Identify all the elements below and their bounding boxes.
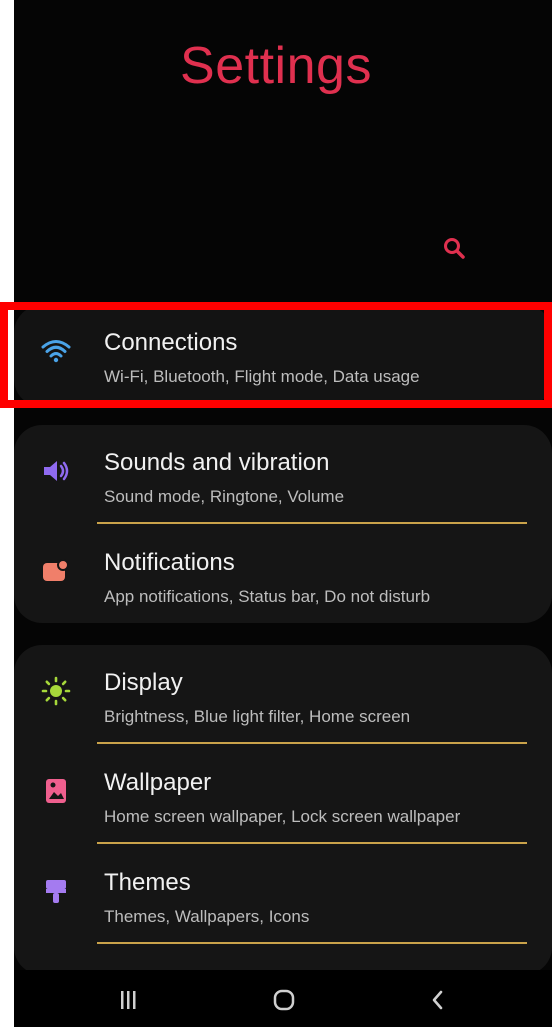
display-item[interactable]: Display Brightness, Blue light filter, H… <box>14 645 552 745</box>
recent-apps-icon <box>121 991 136 1009</box>
page-title: Settings <box>180 37 372 95</box>
wallpaper-item[interactable]: Wallpaper Home screen wallpaper, Lock sc… <box>14 745 552 845</box>
divider <box>97 842 527 844</box>
home-button[interactable] <box>262 980 306 1020</box>
wallpaper-label: Wallpaper <box>104 769 212 796</box>
connections-label: Connections <box>104 329 238 356</box>
sounds-label: Sounds and vibration <box>104 449 330 476</box>
sounds-subtitle: Sound mode, Ringtone, Volume <box>104 487 345 506</box>
settings-group-connections: Connections Wi-Fi, Bluetooth, Flight mod… <box>14 305 552 407</box>
display-subtitle: Brightness, Blue light filter, Home scre… <box>104 707 411 726</box>
settings-screen: Settings Connections Wi-Fi, Bluetooth, F… <box>14 0 552 1027</box>
wifi-icon <box>38 333 74 369</box>
notifications-subtitle: App notifications, Status bar, Do not di… <box>104 587 431 606</box>
notifications-label: Notifications <box>104 549 235 576</box>
connections-subtitle: Wi-Fi, Bluetooth, Flight mode, Data usag… <box>104 367 420 386</box>
themes-label: Themes <box>104 869 191 896</box>
back-icon <box>432 990 443 1010</box>
settings-group-sound-notifications: Sounds and vibration Sound mode, Rington… <box>14 425 552 623</box>
divider <box>97 942 527 944</box>
notification-icon <box>38 553 74 589</box>
notifications-item[interactable]: Notifications App notifications, Status … <box>14 525 552 625</box>
wallpaper-subtitle: Home screen wallpaper, Lock screen wallp… <box>104 807 461 826</box>
wallpaper-icon <box>38 773 74 809</box>
home-icon <box>273 989 295 1011</box>
themes-subtitle: Themes, Wallpapers, Icons <box>104 907 310 926</box>
divider <box>97 742 527 744</box>
settings-group-display: Display Brightness, Blue light filter, H… <box>14 645 552 975</box>
divider <box>97 522 527 524</box>
navigation-bar <box>14 970 552 1027</box>
display-label: Display <box>104 669 183 696</box>
back-button[interactable] <box>416 980 460 1020</box>
themes-item[interactable]: Themes Themes, Wallpapers, Icons <box>14 845 552 945</box>
sounds-item[interactable]: Sounds and vibration Sound mode, Rington… <box>14 425 552 525</box>
search-button[interactable] <box>434 228 474 268</box>
brush-icon <box>38 873 74 909</box>
connections-item[interactable]: Connections Wi-Fi, Bluetooth, Flight mod… <box>14 305 552 405</box>
search-icon <box>444 238 465 259</box>
recent-apps-button[interactable] <box>106 980 150 1020</box>
sun-icon <box>38 673 74 709</box>
speaker-icon <box>38 453 74 489</box>
